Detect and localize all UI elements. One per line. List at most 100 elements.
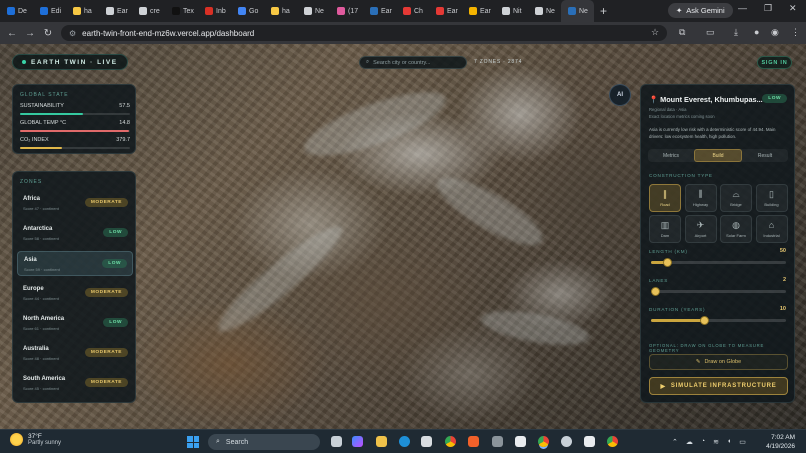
slider-track[interactable] [651,316,786,325]
chevron-up-icon[interactable]: ⌃ [672,438,678,446]
tab-favicon-icon [106,7,114,15]
slider-thumb[interactable] [699,316,709,325]
tab-build[interactable]: Build [694,149,742,162]
draw-on-globe-button[interactable]: ✎ Draw on Globe [649,354,788,370]
browser-menu-icon[interactable]: ⋮ [791,27,800,38]
browser-tab[interactable]: Ear [462,0,495,22]
metric-row: GLOBAL TEMP °C 14.8 [20,120,130,126]
browser-tab[interactable]: Ne [297,0,330,22]
construction-type-solar-farm[interactable]: ◍ Solar Farm [720,215,752,243]
volume-icon[interactable]: ◖ [727,438,731,446]
metric-label: GLOBAL TEMP °C [20,120,67,126]
browser-tab[interactable]: De [0,0,33,22]
metric-bar [20,113,130,115]
slider-track[interactable] [651,287,786,296]
ai-assistant-button[interactable]: AI [609,84,631,106]
terminal-icon[interactable] [515,436,526,447]
risk-badge: LOW [103,228,128,237]
cast-icon[interactable]: ▭ [706,27,715,38]
browser-tab[interactable]: Ne [561,0,594,22]
tab-result[interactable]: Result [742,149,788,162]
extensions-icon[interactable]: ⧉ [679,27,685,38]
construction-type-highway[interactable]: ⫼ Highway [684,184,717,212]
copilot-icon[interactable] [352,436,363,447]
zone-score: Score 59 · continent [24,267,60,272]
browser-tab[interactable]: Ne [528,0,561,22]
avatar[interactable]: ◉ [771,27,779,38]
close-window-icon[interactable]: ✕ [789,3,797,14]
chrome-profile-icon[interactable] [607,436,618,447]
slider-track[interactable] [651,258,786,267]
zone-item-australia[interactable]: Australia Score 48 · continent MODERATE [17,341,133,366]
chrome-active-icon[interactable] [538,436,549,447]
browser-tab[interactable]: Go [231,0,264,22]
slider-thumb[interactable] [663,258,673,267]
construction-type-road[interactable]: ∥ Road [649,184,681,212]
browser-tab[interactable]: Nit [495,0,528,22]
text-app-icon[interactable] [492,436,503,447]
airport-icon: ✈ [696,219,705,230]
simulate-button[interactable]: ▶ SIMULATE INFRASTRUCTURE [649,377,788,395]
edge-icon[interactable] [399,436,410,447]
wifi-icon[interactable]: ≋ [713,438,719,446]
construction-type-building[interactable]: ▯ Building [755,184,788,212]
zone-item-asia[interactable]: Asia Score 59 · continent LOW [17,251,133,276]
bookmark-star-icon[interactable]: ☆ [651,27,659,38]
windows-start-icon[interactable] [187,436,199,448]
construction-type-dam[interactable]: ▥ Dam [649,215,681,243]
browser-tab[interactable]: Tex [165,0,198,22]
cloud-icon[interactable]: ☁ [686,438,693,446]
browser-tab[interactable]: Ear [429,0,462,22]
profile-icon[interactable]: ● [754,27,759,37]
risk-badge: MODERATE [84,198,128,207]
ask-gemini-button[interactable]: ✦ Ask Gemini [668,3,733,18]
construction-type-airport[interactable]: ✈ Airport [684,215,717,243]
highway-icon: ⫼ [698,188,703,199]
onedrive-icon[interactable]: ◔ [701,438,705,446]
github-icon[interactable] [561,436,572,447]
forward-icon[interactable]: → [21,28,39,39]
file-explorer-icon[interactable] [376,436,387,447]
tab-metrics[interactable]: Metrics [648,149,694,162]
satellite-map[interactable]: EARTH TWIN · LIVE ⌕ Search city or count… [0,44,806,429]
address-bar[interactable]: ⚙ earth-twin-front-end-mz6w.vercel.app/d… [61,25,667,41]
search-input[interactable]: ⌕ Search city or country... [359,56,467,69]
browser-tab[interactable]: Ear [363,0,396,22]
new-tab-button[interactable]: + [600,4,607,18]
browser-tab[interactable]: cre [132,0,165,22]
browser-tab[interactable]: Ear [99,0,132,22]
sign-in-button[interactable]: SIGN IN [757,56,792,69]
chrome-icon[interactable] [445,436,456,447]
browser-tab[interactable]: Inb [198,0,231,22]
browser-tab[interactable]: Ch [396,0,429,22]
clock[interactable]: 7:02 AM 4/19/2026 [745,433,795,451]
app-logo[interactable]: EARTH TWIN · LIVE [12,54,128,70]
tab-label: Ear [117,7,128,15]
zone-item-europe[interactable]: Europe Score 44 · continent MODERATE [17,281,133,306]
zone-item-south-america[interactable]: South America Score 45 · continent MODERAT… [17,371,133,396]
task-view-icon[interactable] [331,436,342,447]
minimize-icon[interactable]: — [738,3,747,13]
browser-tab[interactable]: (17 [330,0,363,22]
weather-widget[interactable]: 37°F Partly sunny [10,433,61,446]
app-icon[interactable] [584,436,595,447]
download-icon[interactable]: ⤓ [734,27,738,38]
back-icon[interactable]: ← [3,28,21,39]
zone-item-north-america[interactable]: North America Score 61 · continent LOW [17,311,133,336]
slider-thumb[interactable] [651,287,661,296]
construction-type-bridge[interactable]: ⌓ Bridge [720,184,752,212]
brave-icon[interactable] [468,436,479,447]
zone-count: 7 ZONES · 2874 [474,59,523,65]
tab-favicon-icon [304,7,312,15]
browser-tab[interactable]: ha [264,0,297,22]
construction-type-industrial[interactable]: ⌂ Industrial [755,215,788,243]
browser-tab[interactable]: ha [66,0,99,22]
taskbar-search[interactable]: ⌕ Search [208,434,320,450]
restore-icon[interactable]: ❐ [764,3,772,14]
store-icon[interactable] [421,436,432,447]
browser-tab[interactable]: Edi [33,0,66,22]
zone-item-antarctica[interactable]: Antarctica Score 58 · continent LOW [17,221,133,246]
zone-item-africa[interactable]: Africa Score 47 · continent MODERATE [17,191,133,216]
reload-icon[interactable]: ↻ [39,28,57,39]
site-info-icon[interactable]: ⚙ [69,29,76,38]
